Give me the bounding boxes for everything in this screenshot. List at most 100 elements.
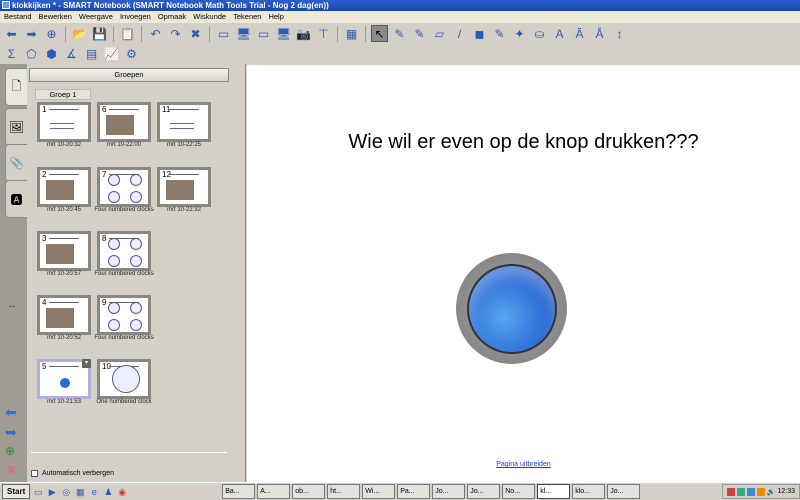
- magic-pen-icon[interactable]: ✦: [511, 25, 528, 42]
- taskbar-button[interactable]: kl...: [537, 484, 571, 499]
- attachments-tab[interactable]: 📎: [5, 144, 27, 182]
- taskbar-button[interactable]: Jo...: [607, 484, 641, 499]
- shape-pen-icon[interactable]: ✎: [491, 25, 508, 42]
- measurement-tools-icon[interactable]: Å: [591, 25, 608, 42]
- page-thumbnail[interactable]: 8: [97, 231, 151, 271]
- handwriting-icon[interactable]: Ā: [571, 25, 588, 42]
- full-screen-icon[interactable]: 🖥: [235, 25, 252, 42]
- next-page-icon[interactable]: ➡: [5, 424, 17, 441]
- taskbar-button[interactable]: Ba...: [222, 484, 256, 499]
- internet-explorer-icon[interactable]: e: [88, 486, 100, 498]
- menu-bestand[interactable]: Bestand: [4, 11, 32, 23]
- taskbar-button[interactable]: A...: [257, 484, 291, 499]
- dual-page-icon[interactable]: 🖥: [275, 25, 292, 42]
- page-thumbnail[interactable]: 6: [97, 102, 151, 142]
- sigma-icon[interactable]: Σ: [3, 45, 20, 62]
- delete-icon[interactable]: ✖: [187, 25, 204, 42]
- volume-icon[interactable]: 🔊: [767, 488, 776, 496]
- table-icon[interactable]: ▦: [343, 25, 360, 42]
- taskbar-button[interactable]: ob...: [292, 484, 326, 499]
- menu-bewerken[interactable]: Bewerken: [39, 11, 72, 23]
- extend-page-link[interactable]: Pagina uitbreiden: [247, 461, 800, 468]
- panel-splitter[interactable]: [240, 64, 246, 482]
- start-button[interactable]: Start: [2, 484, 31, 499]
- push-button[interactable]: [456, 253, 567, 364]
- 3d-shape-icon[interactable]: ⬢: [43, 45, 60, 62]
- menu-invoegen[interactable]: Invoegen: [120, 11, 151, 23]
- eraser-icon[interactable]: ▱: [431, 25, 448, 42]
- search-icon[interactable]: ◎: [60, 486, 72, 498]
- undo-icon[interactable]: ↶: [147, 25, 164, 42]
- forward-icon[interactable]: ➡: [23, 25, 40, 42]
- auto-hide-option[interactable]: Automatisch verbergen: [31, 470, 114, 477]
- tray-icon[interactable]: [756, 487, 765, 496]
- tray-icon[interactable]: [736, 487, 745, 496]
- properties-tab[interactable]: 🅰: [5, 180, 27, 218]
- show-desktop-icon[interactable]: ▭: [32, 486, 44, 498]
- auto-hide-checkbox[interactable]: [31, 470, 38, 477]
- page-thumbnail[interactable]: 7: [97, 167, 151, 207]
- taskbar-button[interactable]: klo...: [572, 484, 606, 499]
- media-player-icon[interactable]: ▶: [46, 486, 58, 498]
- groups-button[interactable]: Groepen: [29, 68, 229, 82]
- taskbar-button[interactable]: Jo...: [467, 484, 501, 499]
- menu-tekenen[interactable]: Tekenen: [233, 11, 261, 23]
- move-sidebar-icon[interactable]: ↔: [7, 300, 17, 311]
- transparent-bg-icon[interactable]: ▭: [255, 25, 272, 42]
- text-icon[interactable]: A: [551, 25, 568, 42]
- save-icon[interactable]: 💾: [91, 25, 108, 42]
- more-tools-icon[interactable]: ↕: [611, 25, 628, 42]
- page-thumbnail[interactable]: 10: [97, 359, 151, 399]
- shapes-icon[interactable]: ◼: [471, 25, 488, 42]
- chrome-icon[interactable]: ◉: [116, 486, 128, 498]
- taskbar-button[interactable]: Jo...: [432, 484, 466, 499]
- taskbar-button[interactable]: ht...: [327, 484, 361, 499]
- page-thumbnail[interactable]: 1: [37, 102, 91, 142]
- page-thumbnail[interactable]: 9: [97, 295, 151, 335]
- delete-page-icon[interactable]: ✖: [6, 462, 17, 478]
- pen-icon[interactable]: ✎: [391, 25, 408, 42]
- document-camera-icon[interactable]: ⊤: [315, 25, 332, 42]
- menu-wiskunde[interactable]: Wiskunde: [193, 11, 226, 23]
- shape-icon[interactable]: ⬠: [23, 45, 40, 62]
- page-thumbnail[interactable]: 3: [37, 231, 91, 271]
- compass-icon[interactable]: ∡: [63, 45, 80, 62]
- screen-capture-icon[interactable]: 📷: [295, 25, 312, 42]
- group-label[interactable]: Groep 1: [35, 89, 91, 100]
- page-thumbnail[interactable]: 5 ▾: [37, 359, 91, 399]
- menu-weergave[interactable]: Weergave: [79, 11, 113, 23]
- previous-page-icon[interactable]: ⬅: [5, 404, 17, 421]
- fill-icon[interactable]: ⛀: [531, 25, 548, 42]
- back-icon[interactable]: ⬅: [3, 25, 20, 42]
- graph-icon[interactable]: 📈: [103, 45, 120, 62]
- menu-help[interactable]: Help: [268, 11, 283, 23]
- add-page-icon[interactable]: ⊕: [5, 444, 15, 458]
- table-sum-icon[interactable]: ▤: [83, 45, 100, 62]
- page-thumbnail[interactable]: 4: [37, 295, 91, 335]
- redo-icon[interactable]: ↷: [167, 25, 184, 42]
- tray-icon[interactable]: [746, 487, 755, 496]
- tray-icon[interactable]: [726, 487, 735, 496]
- gallery-tab[interactable]: 🖼: [5, 108, 27, 146]
- creative-pen-icon[interactable]: ✎: [411, 25, 428, 42]
- page-number: 3: [42, 234, 47, 243]
- add-page-icon[interactable]: ⊕: [43, 25, 60, 42]
- screen-shade-icon[interactable]: ▭: [215, 25, 232, 42]
- select-icon[interactable]: ↖: [371, 25, 388, 42]
- taskbar-button[interactable]: Pa...: [397, 484, 431, 499]
- open-folder-icon[interactable]: 📂: [71, 25, 88, 42]
- menu-opmaak[interactable]: Opmaak: [158, 11, 186, 23]
- page-menu-icon[interactable]: ▾: [82, 359, 91, 368]
- math-tools-icon[interactable]: ⚙: [123, 45, 140, 62]
- paste-icon[interactable]: 📋: [119, 25, 136, 42]
- taskbar-button[interactable]: Wi...: [362, 484, 396, 499]
- page-thumbnail[interactable]: 12: [157, 167, 211, 207]
- page-thumbnail[interactable]: 11: [157, 102, 211, 142]
- page-sorter-tab[interactable]: 🗋: [5, 68, 27, 106]
- page-thumbnail[interactable]: 2: [37, 167, 91, 207]
- calendar-icon[interactable]: ▦: [74, 486, 86, 498]
- people-icon[interactable]: ♟: [102, 486, 114, 498]
- line-icon[interactable]: /: [451, 25, 468, 42]
- page-canvas[interactable]: Wie wil er even op de knop drukken??? Pa…: [247, 65, 800, 482]
- taskbar-button[interactable]: No...: [502, 484, 536, 499]
